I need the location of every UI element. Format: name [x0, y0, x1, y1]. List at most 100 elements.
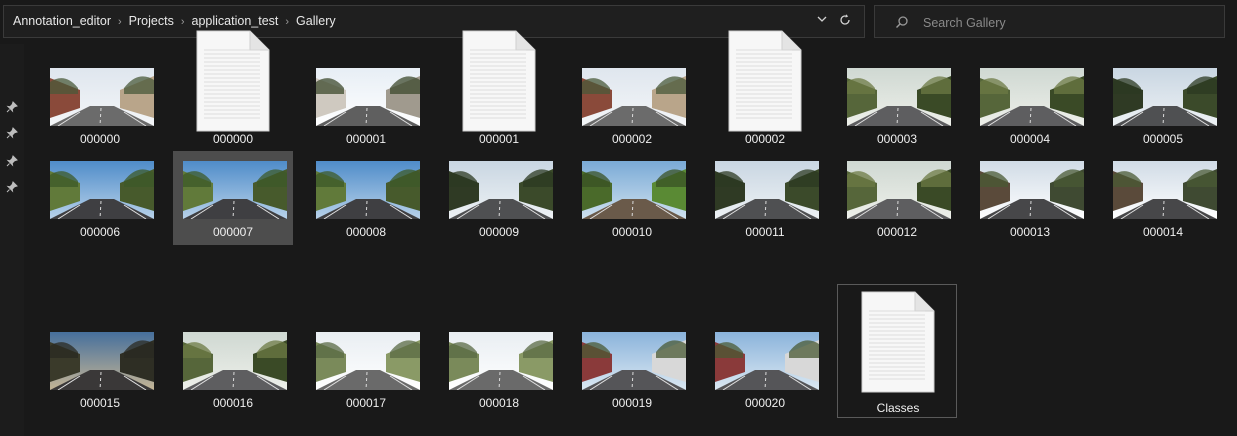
document-file-tile[interactable]: Classes	[837, 284, 957, 418]
top-bar: Annotation_editor › Projects › application_t…	[0, 0, 1237, 44]
file-name-label: 000007	[212, 225, 254, 239]
image-file-tile[interactable]: 000015	[40, 322, 160, 416]
image-thumbnail-frame	[50, 68, 154, 126]
image-file-tile[interactable]: 000020	[705, 322, 825, 416]
file-name-label: 000019	[611, 396, 653, 410]
image-thumbnail-frame	[316, 332, 420, 390]
image-file-tile[interactable]: 000008	[306, 151, 426, 245]
file-name-label: 000004	[1009, 132, 1051, 146]
chevron-down-icon[interactable]	[814, 13, 830, 29]
breadcrumb: Annotation_editor › Projects › application_t…	[13, 14, 336, 28]
breadcrumb-item-annotation-editor[interactable]: Annotation_editor	[13, 14, 111, 28]
image-thumbnail	[847, 161, 951, 219]
image-thumbnail-frame	[980, 161, 1084, 219]
breadcrumb-separator: ›	[285, 16, 290, 28]
image-file-tile[interactable]: 000019	[572, 322, 692, 416]
file-name-label: 000016	[212, 396, 254, 410]
image-thumbnail	[449, 161, 553, 219]
image-thumbnail	[50, 68, 154, 126]
image-file-tile[interactable]: 000007	[173, 151, 293, 245]
file-name-label: 000000	[212, 132, 254, 146]
file-name-label: 000009	[478, 225, 520, 239]
image-thumbnail-frame	[715, 161, 819, 219]
image-thumbnail-frame	[582, 68, 686, 126]
image-thumbnail	[847, 68, 951, 126]
file-name-label: Classes	[876, 401, 920, 415]
image-thumbnail	[980, 161, 1084, 219]
image-thumbnail	[50, 332, 154, 390]
file-name-label: 000018	[478, 396, 520, 410]
pin-icon[interactable]	[6, 126, 18, 139]
document-file-tile[interactable]: 000000	[173, 30, 293, 152]
image-file-tile[interactable]: 000004	[970, 58, 1090, 152]
image-thumbnail-frame	[847, 68, 951, 126]
image-file-tile[interactable]: 000010	[572, 151, 692, 245]
image-thumbnail	[316, 68, 420, 126]
document-file-tile[interactable]: 000002	[705, 30, 825, 152]
image-thumbnail	[582, 161, 686, 219]
breadcrumb-item-gallery[interactable]: Gallery	[296, 14, 336, 28]
image-file-tile[interactable]: 000018	[439, 322, 559, 416]
image-thumbnail	[183, 332, 287, 390]
file-name-label: 000005	[1142, 132, 1184, 146]
search-icon	[895, 15, 909, 29]
file-name-label: 000003	[876, 132, 918, 146]
file-name-label: 000001	[345, 132, 387, 146]
image-file-tile[interactable]: 000003	[837, 58, 957, 152]
image-file-tile[interactable]: 000002	[572, 58, 692, 152]
image-file-tile[interactable]: 000011	[705, 151, 825, 245]
image-thumbnail	[715, 161, 819, 219]
image-thumbnail-frame	[50, 161, 154, 219]
image-thumbnail	[449, 332, 553, 390]
image-thumbnail	[980, 68, 1084, 126]
image-thumbnail	[715, 332, 819, 390]
image-thumbnail	[316, 161, 420, 219]
file-name-label: 000001	[478, 132, 520, 146]
document-icon	[728, 30, 802, 132]
breadcrumb-separator: ›	[118, 16, 122, 28]
image-thumbnail-frame	[183, 332, 287, 390]
file-name-label: 000012	[876, 225, 918, 239]
document-icon	[196, 30, 270, 132]
image-file-tile[interactable]: 000005	[1103, 58, 1223, 152]
file-name-label: 000020	[744, 396, 786, 410]
breadcrumb-item-application-test[interactable]: application_test	[192, 14, 279, 28]
file-name-label: 000002	[744, 132, 786, 146]
pin-icon[interactable]	[6, 100, 18, 113]
file-name-label: 000014	[1142, 225, 1184, 239]
image-thumbnail	[1113, 68, 1217, 126]
file-name-label: 000008	[345, 225, 387, 239]
file-name-label: 000011	[745, 225, 785, 239]
image-file-tile[interactable]: 000006	[40, 151, 160, 245]
image-file-tile[interactable]: 000000	[40, 58, 160, 152]
image-thumbnail-frame	[449, 161, 553, 219]
image-thumbnail-frame	[316, 161, 420, 219]
image-thumbnail	[582, 332, 686, 390]
image-file-tile[interactable]: 000017	[306, 322, 426, 416]
image-file-tile[interactable]: 000001	[306, 58, 426, 152]
image-thumbnail-frame	[980, 68, 1084, 126]
document-icon	[462, 30, 536, 132]
refresh-icon[interactable]	[838, 13, 854, 29]
pin-icon[interactable]	[6, 154, 18, 167]
image-thumbnail-frame	[316, 68, 420, 126]
breadcrumb-item-projects[interactable]: Projects	[129, 14, 174, 28]
document-file-tile[interactable]: 000001	[439, 30, 559, 152]
image-file-tile[interactable]: 000014	[1103, 151, 1223, 245]
image-file-tile[interactable]: 000013	[970, 151, 1090, 245]
file-name-label: 000013	[1009, 225, 1051, 239]
image-thumbnail-frame	[582, 161, 686, 219]
document-icon	[861, 291, 935, 393]
pin-icon[interactable]	[6, 180, 18, 193]
image-thumbnail	[50, 161, 154, 219]
image-thumbnail-frame	[847, 161, 951, 219]
image-thumbnail-frame	[1113, 68, 1217, 126]
search-box[interactable]	[874, 5, 1225, 38]
file-name-label: 000015	[79, 396, 121, 410]
image-thumbnail	[582, 68, 686, 126]
image-file-tile[interactable]: 000016	[173, 322, 293, 416]
image-file-tile[interactable]: 000009	[439, 151, 559, 245]
image-file-tile[interactable]: 000012	[837, 151, 957, 245]
image-thumbnail-frame	[183, 161, 287, 219]
search-input[interactable]	[921, 13, 1215, 33]
